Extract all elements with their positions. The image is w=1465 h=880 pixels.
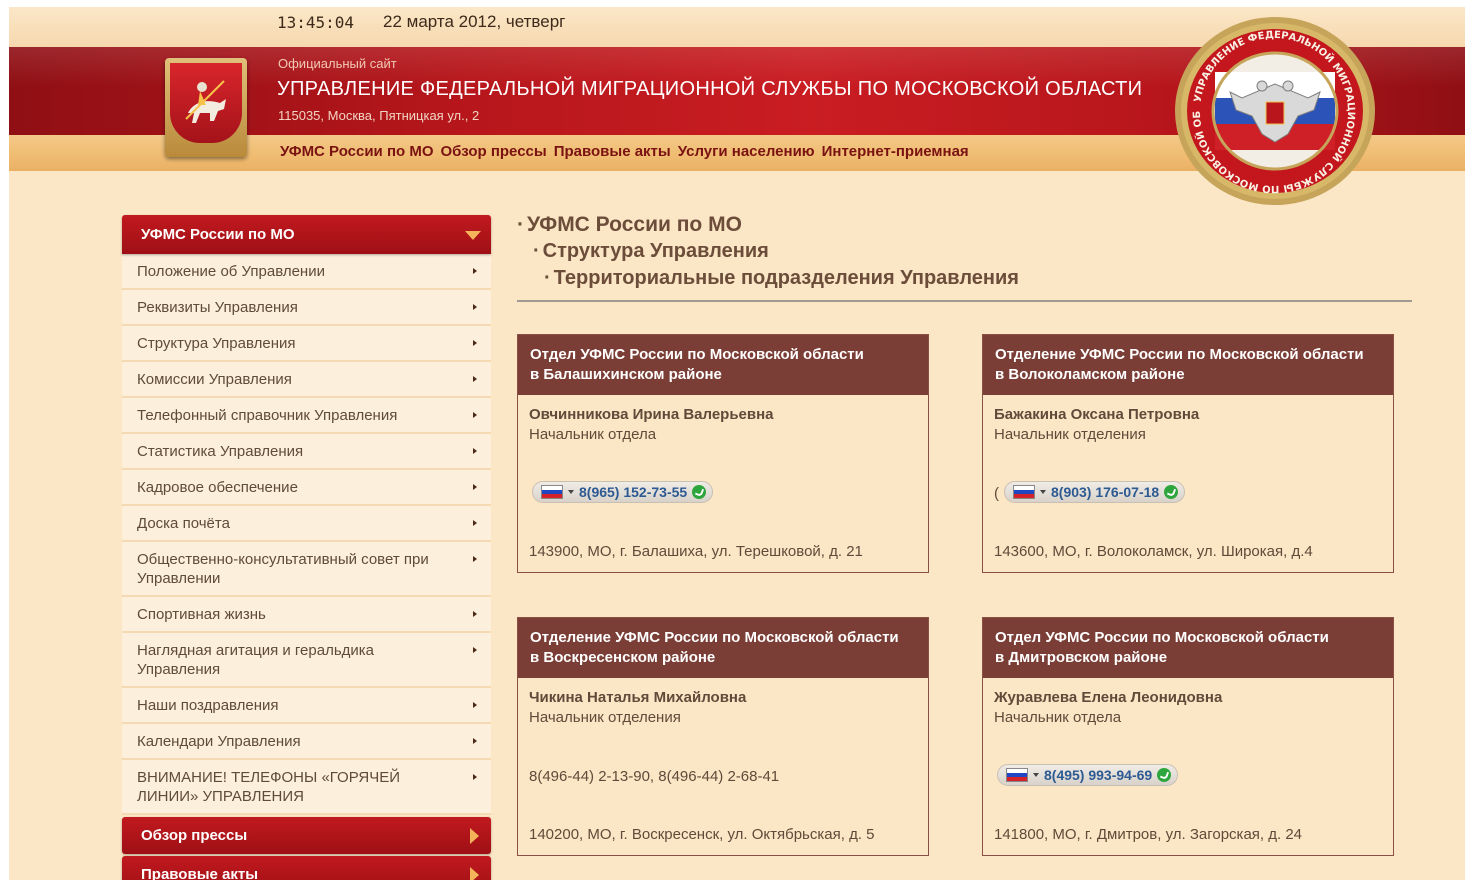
phone-number[interactable]: 8(495) 993-94-69 <box>1044 767 1152 783</box>
arrow-right-icon <box>473 484 477 490</box>
breadcrumb-ufms[interactable]: · УФМС России по МО <box>517 213 742 237</box>
breadcrumb-territorial[interactable]: · Территориальные подразделения Управлени… <box>544 267 1019 290</box>
sidebar-item-honor-board[interactable]: Доска почёта <box>122 506 491 542</box>
arrow-right-icon <box>473 556 477 562</box>
sidebar: УФМС России по МО Положение об Управлени… <box>122 215 491 880</box>
card-address: 143600, МО, г. Волоколамск, ул. Широкая,… <box>994 543 1313 560</box>
sidebar-item-requisites[interactable]: Реквизиты Управления <box>122 290 491 326</box>
phone-prefix: ( <box>994 485 999 502</box>
site-title[interactable]: УПРАВЛЕНИЕ ФЕДЕРАЛЬНОЙ МИГРАЦИОННОЙ СЛУЖ… <box>277 78 1142 101</box>
phone-number[interactable]: 8(496-44) 2-13-90, 8(496-44) 2-68-41 <box>529 768 779 785</box>
sidebar-item-statistics[interactable]: Статистика Управления <box>122 434 491 470</box>
sidebar-item-sports[interactable]: Спортивная жизнь <box>122 597 491 633</box>
card-person-name: Овчинникова Ирина Валерьевна <box>529 406 774 423</box>
sidebar-item-hotline[interactable]: ВНИМАНИЕ! ТЕЛЕФОНЫ «ГОРЯЧЕЙ ЛИНИИ» УПРАВ… <box>122 760 491 815</box>
page: 13:45:04 22 марта 2012, четверг Официаль… <box>9 7 1465 880</box>
sidebar-header-label: УФМС России по МО <box>141 226 295 243</box>
caret-down-icon <box>568 490 574 494</box>
sidebar-item-advisory-council[interactable]: Общественно-консультативный совет при Уп… <box>122 542 491 597</box>
arrow-right-icon <box>473 304 477 310</box>
call-icon[interactable] <box>692 485 707 499</box>
chevron-down-icon <box>465 231 481 240</box>
card-address: 141800, МО, г. Дмитров, ул. Загорская, д… <box>994 826 1303 843</box>
nav-services[interactable]: Услуги населению <box>678 143 815 160</box>
nav-ufms[interactable]: УФМС России по МО <box>280 143 434 160</box>
date: 22 марта 2012, четверг <box>383 12 566 31</box>
phone-widget[interactable]: 8(965) 152-73-55 <box>532 481 714 503</box>
card-address: 140200, МО, г. Воскресенск, ул. Октябрьс… <box>529 826 875 843</box>
card-title: Отдел УФМС России по Московской области … <box>983 618 1393 678</box>
sidebar-section-legal[interactable]: Правовые акты <box>122 856 491 880</box>
chevron-right-icon <box>470 867 479 880</box>
nav-press[interactable]: Обзор прессы <box>441 143 547 160</box>
arrow-right-icon <box>473 448 477 454</box>
sidebar-item-calendars[interactable]: Календари Управления <box>122 724 491 760</box>
clock: 13:45:04 <box>277 13 355 32</box>
card-person-role: Начальник отделения <box>994 426 1146 443</box>
card-title: Отдел УФМС России по Московской области … <box>518 335 928 395</box>
sidebar-item-phonebook[interactable]: Телефонный справочник Управления <box>122 398 491 434</box>
card-title: Отделение УФМС России по Московской обла… <box>983 335 1393 395</box>
card-address: 143900, МО, г. Балашиха, ул. Терешковой,… <box>529 543 863 560</box>
chevron-right-icon <box>470 828 479 844</box>
card-title: Отделение УФМС России по Московской обла… <box>518 618 928 678</box>
arrow-right-icon <box>473 738 477 744</box>
phone-widget[interactable]: 8(903) 176-07-18 <box>1004 481 1186 503</box>
sidebar-item-heraldry[interactable]: Наглядная агитация и геральдика Управлен… <box>122 633 491 688</box>
phone-number[interactable]: 8(903) 176-07-18 <box>1051 484 1159 500</box>
card-person-role: Начальник отдела <box>994 709 1122 726</box>
office-card-balashikha: Отдел УФМС России по Московской области … <box>517 334 929 573</box>
sidebar-item-commissions[interactable]: Комиссии Управления <box>122 362 491 398</box>
coat-of-arms-icon[interactable] <box>165 58 247 157</box>
divider <box>517 300 1412 302</box>
site-kicker: Официальный сайт <box>278 56 397 71</box>
sidebar-item-regulation[interactable]: Положение об Управлении <box>122 254 491 290</box>
nav-reception[interactable]: Интернет-приемная <box>822 143 969 160</box>
office-card-voskresensk: Отделение УФМС России по Московской обла… <box>517 617 929 856</box>
sidebar-header[interactable]: УФМС России по МО <box>122 215 491 254</box>
sidebar-section-press[interactable]: Обзор прессы <box>122 817 491 854</box>
phone-widget[interactable]: 8(495) 993-94-69 <box>997 764 1179 786</box>
flag-ru-icon <box>1013 485 1035 499</box>
arrow-right-icon <box>473 611 477 617</box>
sidebar-item-structure[interactable]: Структура Управления <box>122 326 491 362</box>
arrow-right-icon <box>473 647 477 653</box>
site-address: 115035, Москва, Пятницкая ул., 2 <box>278 108 480 123</box>
arrow-right-icon <box>473 702 477 708</box>
call-icon[interactable] <box>1164 485 1179 499</box>
phone-number[interactable]: 8(965) 152-73-55 <box>579 484 687 500</box>
flag-ru-icon <box>541 485 563 499</box>
main-nav: УФМС России по МО Обзор прессы Правовые … <box>280 143 969 160</box>
sidebar-item-greetings[interactable]: Наши поздравления <box>122 688 491 724</box>
card-person-name: Чикина Наталья Михайловна <box>529 689 747 706</box>
arrow-right-icon <box>473 340 477 346</box>
arrow-right-icon <box>473 412 477 418</box>
fms-emblem-icon: УПРАВЛЕНИЕ ФЕДЕРАЛЬНОЙ МИГРАЦИОННОЙ СЛУЖ… <box>1172 12 1375 205</box>
nav-legal[interactable]: Правовые акты <box>554 143 671 160</box>
office-card-dmitrov: Отдел УФМС России по Московской области … <box>982 617 1394 856</box>
arrow-right-icon <box>473 520 477 526</box>
card-person-name: Журавлева Елена Леонидовна <box>994 689 1223 706</box>
breadcrumb-structure[interactable]: · Структура Управления <box>533 240 769 263</box>
card-person-role: Начальник отдела <box>529 426 657 443</box>
arrow-right-icon <box>473 376 477 382</box>
call-icon[interactable] <box>1157 768 1172 782</box>
card-person-name: Бажакина Оксана Петровна <box>994 406 1200 423</box>
caret-down-icon <box>1040 490 1046 494</box>
arrow-right-icon <box>473 774 477 780</box>
sidebar-item-staffing[interactable]: Кадровое обеспечение <box>122 470 491 506</box>
flag-ru-icon <box>1006 768 1028 782</box>
caret-down-icon <box>1033 773 1039 777</box>
card-person-role: Начальник отделения <box>529 709 681 726</box>
arrow-right-icon <box>473 268 477 274</box>
sidebar-list: Положение об Управлении Реквизиты Управл… <box>122 254 491 815</box>
office-card-volokolamsk: Отделение УФМС России по Московской обла… <box>982 334 1394 573</box>
